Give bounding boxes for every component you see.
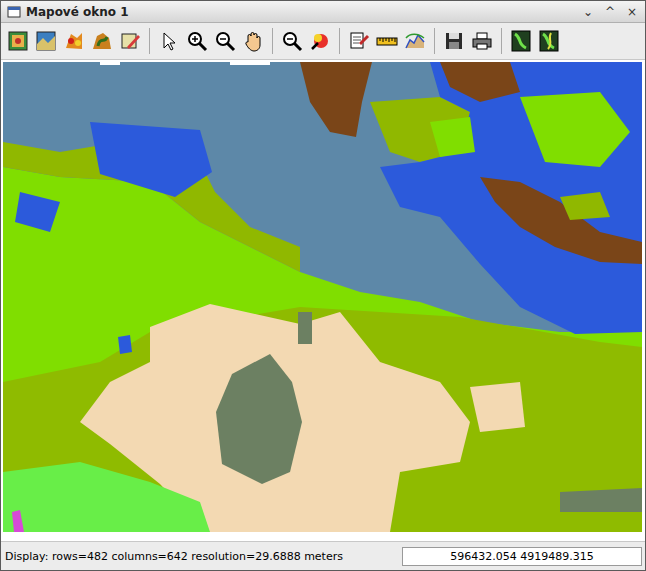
map-canvas-area[interactable] [1,60,645,541]
ruler-button[interactable] [374,27,400,55]
map-2d-button[interactable] [508,27,534,55]
toolbar-separator [434,28,435,54]
coordinates-field: 596432.054 4919489.315 [402,547,642,566]
zoom-in-icon [186,30,208,52]
display-info: Display: rows=482 columns=642 resolution… [5,550,343,563]
map-3d-icon [538,30,560,52]
map-3d-button[interactable] [536,27,562,55]
layer-erase-button[interactable] [117,27,143,55]
zoom-menu-icon [281,30,303,52]
print-button[interactable] [469,27,495,55]
status-bar: Display: rows=482 columns=642 resolution… [1,541,645,570]
overlay-button[interactable] [346,27,372,55]
print-icon [471,30,493,52]
toolbar-separator [501,28,502,54]
toolbar-separator [149,28,150,54]
layer-add-button[interactable] [5,27,31,55]
window-icon [7,5,21,19]
zoom-out-icon [214,30,236,52]
layer-shaded-icon [91,30,113,52]
layer-erase-icon [119,30,141,52]
save-button[interactable] [441,27,467,55]
query-icon [309,30,331,52]
toolbar-separator [272,28,273,54]
layer-vector-button[interactable] [61,27,87,55]
ruler-icon [376,30,398,52]
zoom-menu-button[interactable] [279,27,305,55]
pointer-icon [158,30,180,52]
toolbar-separator [339,28,340,54]
layer-add-icon [7,30,29,52]
layer-raster-icon [35,30,57,52]
overlay-icon [348,30,370,52]
zoom-out-button[interactable] [212,27,238,55]
window-control-button[interactable]: ⌄ [581,6,595,18]
query-button[interactable] [307,27,333,55]
pointer-button[interactable] [156,27,182,55]
profile-icon [404,30,426,52]
window-control-button[interactable]: ^ [603,6,617,18]
pan-icon [242,30,264,52]
raster-map[interactable] [3,62,642,532]
window-control-button[interactable]: × [625,6,639,18]
toolbar [1,23,645,60]
layer-vector-icon [63,30,85,52]
title-bar: Mapové okno 1 ⌄ ^ × [1,1,645,23]
profile-button[interactable] [402,27,428,55]
map-window: Mapové okno 1 ⌄ ^ × Display: rows=482 column… [0,0,646,571]
save-icon [443,30,465,52]
pan-button[interactable] [240,27,266,55]
layer-raster-button[interactable] [33,27,59,55]
window-controls: ⌄ ^ × [581,6,639,18]
layer-shaded-button[interactable] [89,27,115,55]
map-2d-icon [510,30,532,52]
window-title: Mapové okno 1 [26,5,576,19]
zoom-in-button[interactable] [184,27,210,55]
